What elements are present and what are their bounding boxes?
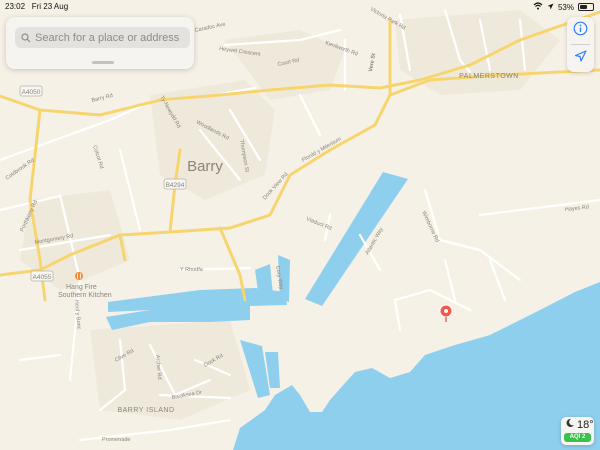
- battery-percent: 53%: [557, 2, 574, 12]
- battery-icon: [578, 3, 594, 11]
- status-date: Fri 23 Aug: [31, 2, 69, 11]
- area-barry-island: BARRY ISLAND: [117, 407, 174, 414]
- map-controls: [567, 17, 594, 72]
- location-arrow-icon: [574, 49, 587, 68]
- status-right: 53%: [533, 2, 594, 12]
- status-bar: 23:02 Fri 23 Aug 53%: [0, 0, 600, 14]
- shield-b4294: B4294: [163, 178, 187, 190]
- current-location-button[interactable]: [567, 45, 594, 72]
- search-field[interactable]: [15, 27, 190, 48]
- label-promenade: Promenade: [102, 437, 130, 443]
- search-card[interactable]: [6, 17, 194, 69]
- status-time: 23:02: [5, 2, 26, 11]
- location-services-icon: [547, 3, 554, 12]
- temperature: 18°: [577, 418, 594, 431]
- restaurant-icon: [75, 272, 83, 280]
- svg-text:A4055: A4055: [33, 274, 52, 281]
- poi-restaurant-line2: Southern Kitchen: [58, 292, 112, 299]
- aqi-badge: AQI 2: [564, 433, 591, 442]
- svg-text:B4294: B4294: [166, 182, 185, 189]
- area-barry: Barry: [187, 158, 223, 175]
- shield-a4055: A4055: [30, 270, 54, 282]
- wifi-icon: [533, 2, 543, 12]
- search-input[interactable]: [35, 31, 180, 44]
- moon-cloud-icon: [565, 418, 575, 431]
- label-y-rhodfa: Y Rhodfa: [180, 267, 204, 273]
- weather-temp-row: 18°: [565, 418, 594, 431]
- drag-handle[interactable]: [92, 61, 114, 64]
- status-left: 23:02 Fri 23 Aug: [5, 2, 68, 11]
- weather-widget[interactable]: 18° AQI 2: [561, 417, 594, 445]
- poi-restaurant-line1: Hang Fire: [66, 284, 97, 291]
- info-button[interactable]: [567, 17, 594, 44]
- search-icon: [21, 32, 31, 43]
- shield-a4050: A4050: [19, 85, 43, 97]
- area-palmerstown: PALMERSTOWN: [459, 73, 519, 80]
- info-icon: [573, 21, 588, 41]
- svg-text:A4050: A4050: [22, 89, 41, 96]
